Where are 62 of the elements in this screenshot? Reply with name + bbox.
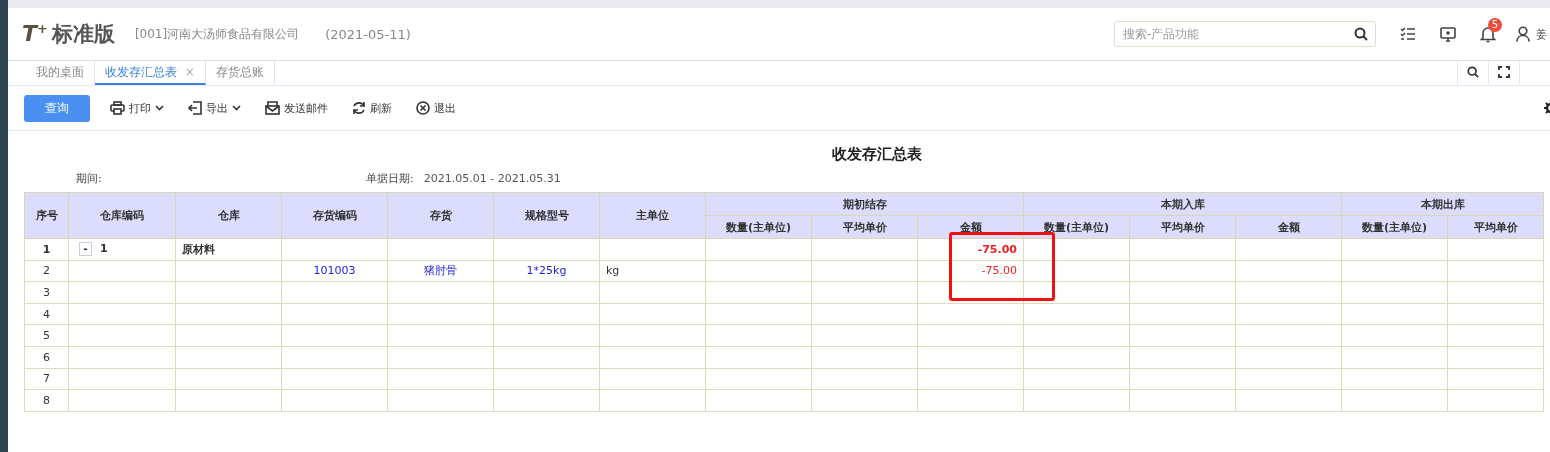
- column-header: 规格型号: [524, 209, 569, 222]
- row-number: 6: [43, 350, 50, 364]
- report-title: 收发存汇总表: [832, 145, 922, 164]
- row-number: 7: [43, 372, 50, 386]
- column-header: 仓库: [217, 209, 240, 222]
- column-header: 存货: [429, 209, 452, 222]
- tab[interactable]: 存货总账: [205, 61, 275, 85]
- column-header: 序号: [35, 209, 58, 222]
- column-header: 仓库编码: [100, 209, 144, 222]
- mail-button[interactable]: 发送邮件: [263, 98, 330, 118]
- table-cell: 原材料: [182, 242, 215, 256]
- search-icon[interactable]: [1354, 27, 1368, 41]
- company-name: [001]河南大汤师食品有限公司: [134, 25, 300, 43]
- row-number: 1: [42, 242, 51, 256]
- column-header: 平均单价: [842, 220, 887, 234]
- row-number: 5: [43, 329, 50, 343]
- user-icon[interactable]: [1516, 26, 1530, 42]
- fullscreen-icon[interactable]: [1498, 65, 1510, 81]
- row-number: 4: [43, 307, 50, 321]
- close-circle-icon: [416, 101, 430, 115]
- export-icon: [188, 101, 202, 115]
- group-header: 本期出库: [1420, 197, 1465, 211]
- mail-icon: [265, 101, 280, 115]
- printer-icon: [110, 101, 125, 115]
- column-header: 平均单价: [1473, 220, 1518, 234]
- refresh-button[interactable]: 刷新: [350, 98, 394, 118]
- table-cell: -75.00: [981, 264, 1017, 278]
- table-cell: kg: [606, 264, 620, 278]
- group-header: 期初结存: [842, 197, 887, 211]
- column-header: 数量(主单位): [725, 220, 792, 234]
- tab[interactable]: 收发存汇总表 ×: [95, 61, 206, 85]
- column-header: 主单位: [636, 209, 669, 222]
- date-label: 单据日期:: [366, 170, 414, 186]
- column-header: 平均单价: [1160, 220, 1205, 234]
- product-edition: 标准版: [51, 21, 115, 48]
- column-header: 金额: [1277, 220, 1300, 234]
- column-header: 存货编码: [312, 209, 357, 222]
- date-range: 2021.05.01 - 2021.05.31: [423, 171, 561, 185]
- export-button[interactable]: 导出: [186, 98, 243, 118]
- search-field[interactable]: 搜索-产品功能: [1114, 21, 1376, 47]
- refresh-icon: [352, 101, 366, 115]
- group-header: 本期入库: [1160, 197, 1205, 211]
- printer-button[interactable]: 打印: [108, 98, 166, 118]
- period-label: 期间:: [76, 171, 102, 185]
- notification-badge: 5: [1488, 17, 1502, 32]
- collapse-toggle[interactable]: -: [79, 242, 92, 257]
- login-date: (2021-05-11): [325, 26, 411, 42]
- row-number: 3: [43, 286, 50, 299]
- tab[interactable]: 我的桌面: [26, 61, 95, 85]
- column-header: 数量(主单位): [1043, 220, 1110, 234]
- user-name[interactable]: 姜: [1536, 26, 1550, 42]
- exit-button[interactable]: 退出: [414, 98, 458, 118]
- monitor-icon[interactable]: [1440, 26, 1456, 42]
- table-cell: -75.00: [977, 242, 1017, 256]
- logo: T$^{+}$: [22, 21, 48, 47]
- row-number: 8: [43, 393, 50, 407]
- table-cell[interactable]: 猪肘骨: [424, 264, 457, 278]
- checklist-icon[interactable]: [1400, 26, 1416, 42]
- column-header: 金额: [959, 220, 982, 234]
- row-number: 2: [43, 264, 50, 278]
- table-cell: 1: [100, 242, 108, 256]
- column-header: 数量(主单位): [1361, 220, 1428, 234]
